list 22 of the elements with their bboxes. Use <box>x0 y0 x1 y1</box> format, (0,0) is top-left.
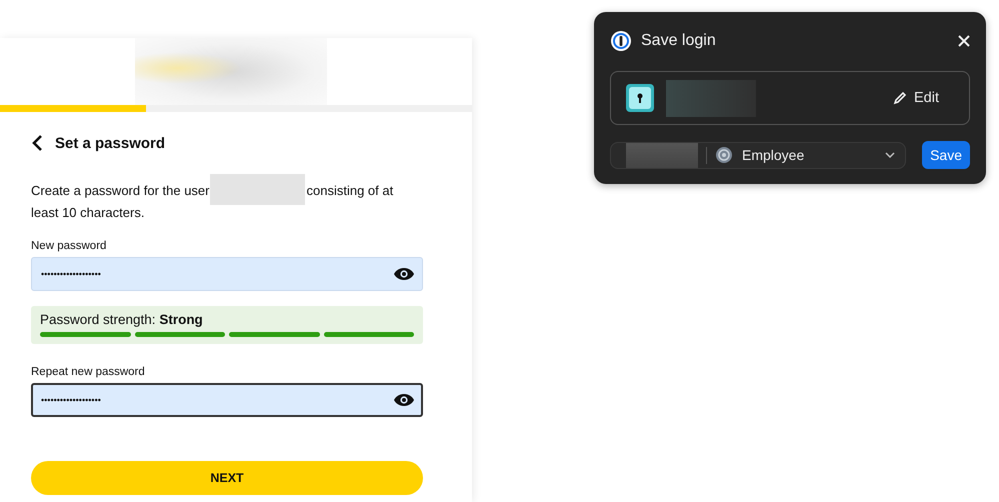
logo-icon <box>610 30 632 52</box>
save-button[interactable]: Save <box>922 141 970 169</box>
next-button[interactable]: NEXT <box>31 461 423 495</box>
eye-icon[interactable] <box>393 393 415 407</box>
vault-select[interactable]: Employee <box>610 142 906 168</box>
close-icon[interactable] <box>958 35 970 47</box>
back-icon[interactable] <box>31 134 43 152</box>
password-field[interactable]: ••••••••••••••••••• <box>31 383 423 417</box>
keyhole-icon <box>625 83 655 113</box>
redaction <box>626 142 698 168</box>
popup-title: Save login <box>641 32 717 50</box>
field-label: Repeat new password <box>31 366 146 378</box>
pencil-icon <box>893 91 907 105</box>
vault-icon <box>715 146 733 164</box>
chevron-icon <box>885 152 896 158</box>
field-label: New password <box>31 240 108 252</box>
page-title: Set a password <box>55 134 166 152</box>
password-field[interactable]: ••••••••••••••••••• <box>31 257 423 291</box>
edit-button[interactable]: Edit <box>887 89 945 107</box>
eye-icon[interactable] <box>393 267 415 281</box>
strength-label: Password strength: Strong <box>40 312 204 327</box>
description: Create a password for the user consisting of at least 10 characters. <box>31 174 423 220</box>
